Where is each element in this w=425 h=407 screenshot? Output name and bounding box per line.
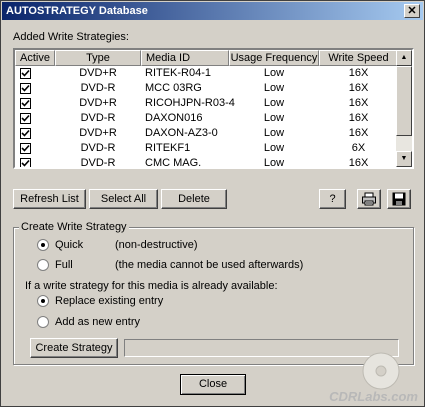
title-bar: AUTOSTRATEGY Database ✕ bbox=[2, 2, 423, 20]
checkmark-icon bbox=[21, 159, 30, 167]
delete-label: Delete bbox=[178, 193, 210, 205]
cell-media-id: CMC MAG. bbox=[145, 157, 202, 169]
scroll-thumb[interactable] bbox=[396, 66, 412, 136]
cell-write-speed: 16X bbox=[348, 82, 369, 94]
cell-media-id: MCC 03RG bbox=[145, 82, 202, 94]
active-checkbox[interactable] bbox=[20, 83, 31, 94]
quick-label: Quick bbox=[55, 239, 84, 251]
close-window-button[interactable]: ✕ bbox=[404, 4, 420, 18]
quick-description: (non-destructive) bbox=[115, 239, 198, 251]
cell-usage-frequency: Low bbox=[263, 142, 285, 154]
cell-write-speed: 16X bbox=[348, 97, 369, 109]
column-usage-frequency[interactable]: Usage Frequency bbox=[229, 50, 319, 66]
select-all-button[interactable]: Select All bbox=[89, 189, 158, 209]
close-icon: ✕ bbox=[407, 5, 417, 17]
cell-usage-frequency: Low bbox=[263, 67, 285, 79]
watermark-text: CDRLabs.com bbox=[329, 389, 418, 404]
cell-media-id: RICOHJPN-R03-4 bbox=[145, 97, 235, 109]
active-checkbox[interactable] bbox=[20, 113, 31, 124]
cell-usage-frequency: Low bbox=[263, 157, 285, 169]
print-button[interactable] bbox=[357, 189, 381, 209]
add-new-entry-radio[interactable] bbox=[37, 316, 49, 328]
cell-type: DVD+R bbox=[79, 67, 117, 79]
table-row[interactable]: DVD+R RITEK-R04-1 Low 16X bbox=[15, 66, 398, 81]
cell-type: DVD-R bbox=[80, 82, 116, 94]
create-strategy-group-title: Create Write Strategy bbox=[19, 221, 129, 233]
checkmark-icon bbox=[21, 84, 30, 92]
cd-disc-icon bbox=[362, 352, 400, 390]
full-radio[interactable] bbox=[37, 259, 49, 271]
full-description: (the media cannot be used afterwards) bbox=[115, 259, 304, 271]
arrow-up-icon: ▲ bbox=[400, 54, 408, 61]
replace-existing-radio[interactable] bbox=[37, 295, 49, 307]
cell-type: DVD+R bbox=[79, 127, 117, 139]
cell-write-speed: 6X bbox=[351, 142, 366, 154]
column-type[interactable]: Type bbox=[55, 50, 141, 66]
cell-media-id: RITEK-R04-1 bbox=[145, 67, 212, 79]
floppy-disk-icon bbox=[392, 192, 406, 206]
help-label: ? bbox=[329, 193, 336, 205]
help-button[interactable]: ? bbox=[319, 189, 346, 209]
checkmark-icon bbox=[21, 99, 30, 107]
table-row[interactable]: DVD-R DAXON016 Low 16X bbox=[15, 111, 398, 126]
active-checkbox[interactable] bbox=[20, 98, 31, 109]
full-label: Full bbox=[55, 259, 73, 271]
replace-existing-label: Replace existing entry bbox=[55, 295, 164, 307]
scroll-up-button[interactable]: ▲ bbox=[396, 50, 412, 66]
active-checkbox[interactable] bbox=[20, 158, 31, 167]
existing-entry-prompt: If a write strategy for this media is al… bbox=[25, 280, 278, 292]
close-label: Close bbox=[198, 378, 228, 390]
close-button[interactable]: Close bbox=[180, 374, 246, 395]
active-checkbox[interactable] bbox=[20, 128, 31, 139]
cell-type: DVD+R bbox=[79, 97, 117, 109]
active-checkbox[interactable] bbox=[20, 143, 31, 154]
create-progress-bar bbox=[124, 339, 399, 357]
added-strategies-label: Added Write Strategies: bbox=[13, 31, 129, 43]
table-row[interactable]: DVD-R MCC 03RG Low 16X bbox=[15, 81, 398, 96]
refresh-list-label: Refresh List bbox=[20, 193, 79, 205]
list-header: Active Type Media ID Usage Frequency Wri… bbox=[15, 50, 398, 66]
checkmark-icon bbox=[21, 114, 30, 122]
cell-usage-frequency: Low bbox=[263, 82, 285, 94]
create-strategy-button[interactable]: Create Strategy bbox=[30, 338, 118, 358]
arrow-down-icon: ▼ bbox=[400, 155, 408, 162]
cell-write-speed: 16X bbox=[348, 67, 369, 79]
table-row[interactable]: DVD-R RITEKF1 Low 6X bbox=[15, 141, 398, 156]
cell-type: DVD-R bbox=[80, 112, 116, 124]
table-row[interactable]: DVD+R RICOHJPN-R03-4 Low 16X bbox=[15, 96, 398, 111]
cell-write-speed: 16X bbox=[348, 127, 369, 139]
cell-media-id: DAXON016 bbox=[145, 112, 203, 124]
select-all-label: Select All bbox=[100, 193, 147, 205]
cell-write-speed: 16X bbox=[348, 157, 369, 169]
table-row[interactable]: DVD-R CMC MAG. Low 16X bbox=[15, 156, 398, 169]
window-title: AUTOSTRATEGY Database bbox=[6, 5, 148, 17]
dialog-window: AUTOSTRATEGY Database ✕ Added Write Stra… bbox=[0, 0, 425, 407]
cell-media-id: RITEKF1 bbox=[145, 142, 191, 154]
table-row[interactable]: DVD+R DAXON-AZ3-0 Low 16X bbox=[15, 126, 398, 141]
cell-usage-frequency: Low bbox=[263, 127, 285, 139]
checkmark-icon bbox=[21, 144, 30, 152]
column-active[interactable]: Active bbox=[15, 50, 55, 66]
create-strategy-label: Create Strategy bbox=[35, 342, 113, 354]
checkmark-icon bbox=[21, 69, 30, 77]
column-media-id[interactable]: Media ID bbox=[141, 50, 229, 66]
list-scrollbar[interactable]: ▲ ▼ bbox=[396, 50, 412, 167]
strategies-list[interactable]: Active Type Media ID Usage Frequency Wri… bbox=[13, 48, 414, 169]
cell-write-speed: 16X bbox=[348, 112, 369, 124]
cell-usage-frequency: Low bbox=[263, 97, 285, 109]
add-new-entry-label: Add as new entry bbox=[55, 316, 140, 328]
quick-radio[interactable] bbox=[37, 239, 49, 251]
delete-button[interactable]: Delete bbox=[161, 189, 227, 209]
column-write-speed[interactable]: Write Speed bbox=[319, 50, 398, 66]
scroll-down-button[interactable]: ▼ bbox=[396, 151, 412, 167]
printer-icon bbox=[362, 192, 376, 206]
refresh-list-button[interactable]: Refresh List bbox=[13, 189, 86, 209]
save-button[interactable] bbox=[387, 189, 411, 209]
cell-type: DVD-R bbox=[80, 157, 116, 169]
cell-type: DVD-R bbox=[80, 142, 116, 154]
checkmark-icon bbox=[21, 129, 30, 137]
cell-media-id: DAXON-AZ3-0 bbox=[145, 127, 218, 139]
active-checkbox[interactable] bbox=[20, 68, 31, 79]
cell-usage-frequency: Low bbox=[263, 112, 285, 124]
